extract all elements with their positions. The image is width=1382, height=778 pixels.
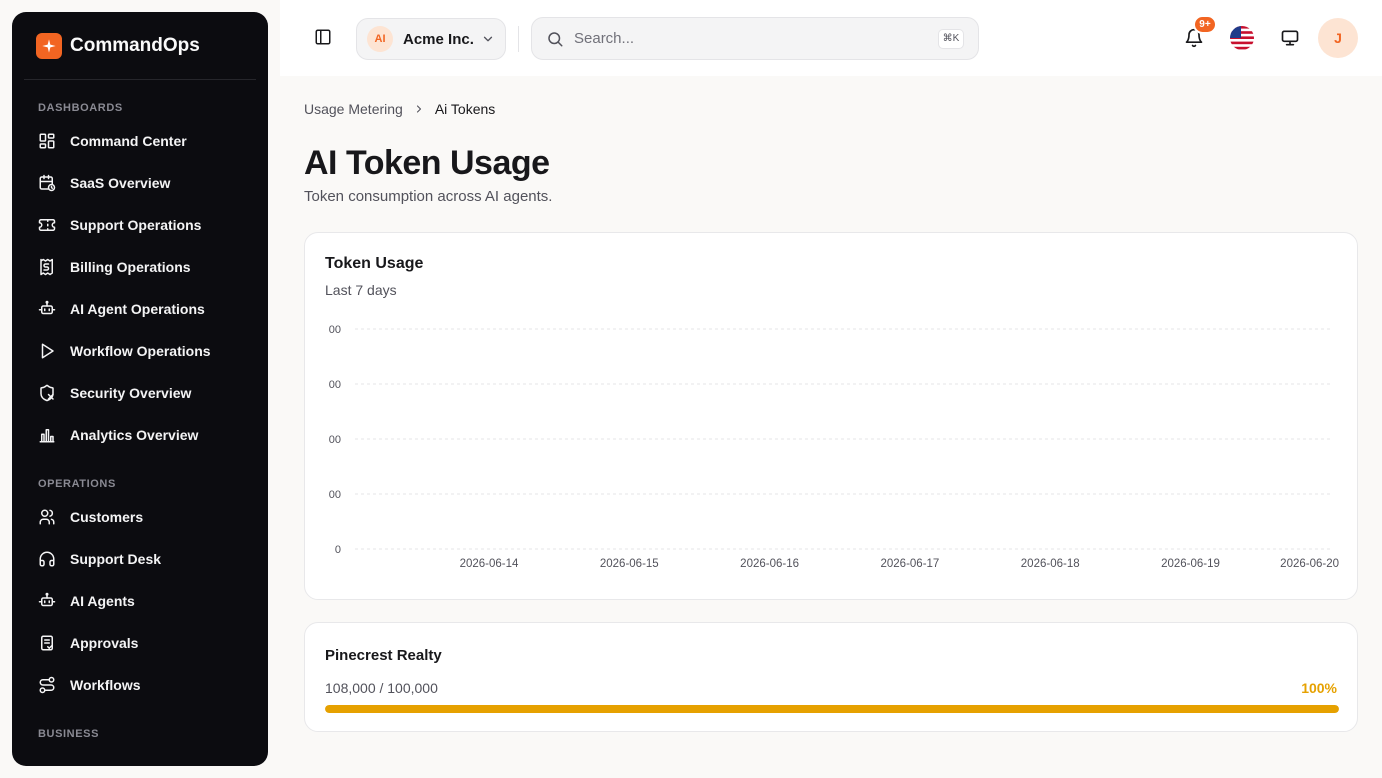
- y-tick-label: 0: [335, 544, 341, 556]
- search-bar[interactable]: ⌘K: [531, 17, 979, 60]
- x-tick-label: 2026-06-15: [600, 558, 659, 570]
- sidebar-item-command-center[interactable]: Command Center: [12, 120, 268, 162]
- sidebar-item-support-operations[interactable]: Support Operations: [12, 204, 268, 246]
- route-icon: [39, 676, 55, 694]
- headphones-icon: [39, 551, 55, 567]
- quota-percent: 100%: [1301, 680, 1337, 696]
- org-switcher[interactable]: AI Acme Inc.: [356, 18, 506, 60]
- user-avatar[interactable]: J: [1318, 18, 1358, 58]
- brand[interactable]: CommandOps: [24, 12, 256, 80]
- token-usage-card: Token Usage Last 7 days 0 00 00 00 00 2026-06…: [304, 232, 1358, 600]
- breadcrumb-current: Ai Tokens: [434, 101, 496, 117]
- sidebar-group-label: DASHBOARDS: [38, 102, 123, 114]
- org-avatar: AI: [367, 26, 393, 52]
- quota-customer-name: Pinecrest Realty: [325, 647, 442, 664]
- page-title: AI Token Usage: [304, 144, 550, 182]
- quota-card: Pinecrest Realty 108,000 / 100,000 100%: [304, 622, 1358, 732]
- bot-icon: [38, 300, 56, 315]
- token-usage-chart: 0000000002026-06-14 2026-06-15 2026-06-16 2…: [329, 324, 1339, 570]
- sidebar-item-label: Security Overview: [70, 385, 192, 401]
- search-shortcut: ⌘K: [938, 28, 964, 49]
- sidebar-item-label: AI Agents: [70, 593, 135, 609]
- topbar: AI Acme Inc. ⌘K 9+ J: [280, 0, 1382, 76]
- sidebar-nav: DASHBOARDS Command Center SaaS Overview Sup…: [12, 102, 268, 740]
- clipboard-check-icon: [41, 635, 53, 651]
- quota-progress-fill: [325, 705, 1339, 713]
- sidebar-item-label: Workflows: [70, 677, 141, 693]
- sidebar-item-ai-agent-operations[interactable]: AI Agent Operations: [12, 288, 268, 330]
- sidebar-item-workflow-operations[interactable]: Workflow Operations: [12, 330, 268, 372]
- sidebar-item-label: Support Desk: [70, 551, 162, 567]
- brand-name: CommandOps: [70, 34, 200, 56]
- monitor-icon[interactable]: [1280, 28, 1300, 48]
- calendar-clock-icon: [39, 174, 56, 192]
- sidebar-item-analytics-overview[interactable]: Analytics Overview: [12, 414, 268, 456]
- sidebar-item-label: Customers: [70, 509, 144, 525]
- sparkle-icon: [36, 32, 62, 59]
- bot-icon: [38, 592, 56, 607]
- x-tick-label: 2026-06-17: [880, 558, 939, 570]
- us-flag-icon[interactable]: [1230, 26, 1254, 50]
- receipt-icon: [40, 258, 53, 276]
- play-icon: [41, 343, 54, 359]
- sidebar-item-label: Workflow Operations: [70, 343, 211, 359]
- bar-chart-icon: [39, 429, 55, 443]
- sidebar-item-workflows[interactable]: Workflows: [12, 664, 268, 706]
- search-input[interactable]: [574, 30, 938, 47]
- x-tick-label: 2026-06-19: [1161, 558, 1220, 570]
- breadcrumb-parent[interactable]: Usage Metering: [304, 101, 403, 117]
- shield-x-icon: [40, 384, 54, 402]
- sidebar-item-security-overview[interactable]: Security Overview: [12, 372, 268, 414]
- sidebar-item-billing-operations[interactable]: Billing Operations: [12, 246, 268, 288]
- x-tick-label: 2026-06-20: [1280, 558, 1339, 570]
- sidebar-item-label: Billing Operations: [70, 259, 191, 275]
- search-icon: [548, 31, 563, 46]
- sidebar: CommandOps DASHBOARDS Command Center SaaS …: [12, 12, 268, 766]
- sidebar-item-support-desk[interactable]: Support Desk: [12, 538, 268, 580]
- x-tick-label: 2026-06-14: [460, 558, 519, 570]
- org-name: Acme Inc.: [403, 30, 474, 48]
- chevron-right-icon: [416, 105, 421, 113]
- sidebar-group-label: OPERATIONS: [38, 478, 116, 490]
- panel-left-icon[interactable]: [314, 28, 332, 46]
- layout-dashboard-icon: [39, 133, 55, 149]
- sidebar-item-label: Support Operations: [70, 217, 202, 233]
- y-tick-label: 00: [329, 324, 341, 336]
- breadcrumb: Usage Metering Ai Tokens: [304, 101, 495, 117]
- chevron-down-icon: [483, 36, 493, 42]
- sidebar-item-label: AI Agent Operations: [70, 301, 205, 317]
- x-tick-label: 2026-06-18: [1021, 558, 1080, 570]
- sidebar-item-label: SaaS Overview: [70, 175, 171, 191]
- users-icon: [39, 509, 55, 525]
- topbar-divider: [518, 26, 519, 52]
- page-subtitle: Token consumption across AI agents.: [304, 188, 553, 205]
- y-tick-label: 00: [329, 489, 341, 501]
- y-tick-label: 00: [329, 379, 341, 391]
- sidebar-item-approvals[interactable]: Approvals: [12, 622, 268, 664]
- sidebar-item-customers[interactable]: Customers: [12, 496, 268, 538]
- sidebar-item-label: Approvals: [70, 635, 139, 651]
- sidebar-item-ai-agents[interactable]: AI Agents: [12, 580, 268, 622]
- x-tick-label: 2026-06-16: [740, 558, 799, 570]
- quota-progress-track: [325, 705, 1339, 713]
- sidebar-item-label: Analytics Overview: [70, 427, 199, 443]
- ticket-icon: [38, 219, 56, 231]
- sidebar-item-saas-overview[interactable]: SaaS Overview: [12, 162, 268, 204]
- y-tick-label: 00: [329, 434, 341, 446]
- notification-badge: 9+: [1193, 15, 1217, 34]
- sidebar-group-label: BUSINESS: [38, 728, 100, 740]
- sidebar-item-label: Command Center: [70, 133, 187, 149]
- quota-usage: 108,000 / 100,000: [325, 680, 438, 696]
